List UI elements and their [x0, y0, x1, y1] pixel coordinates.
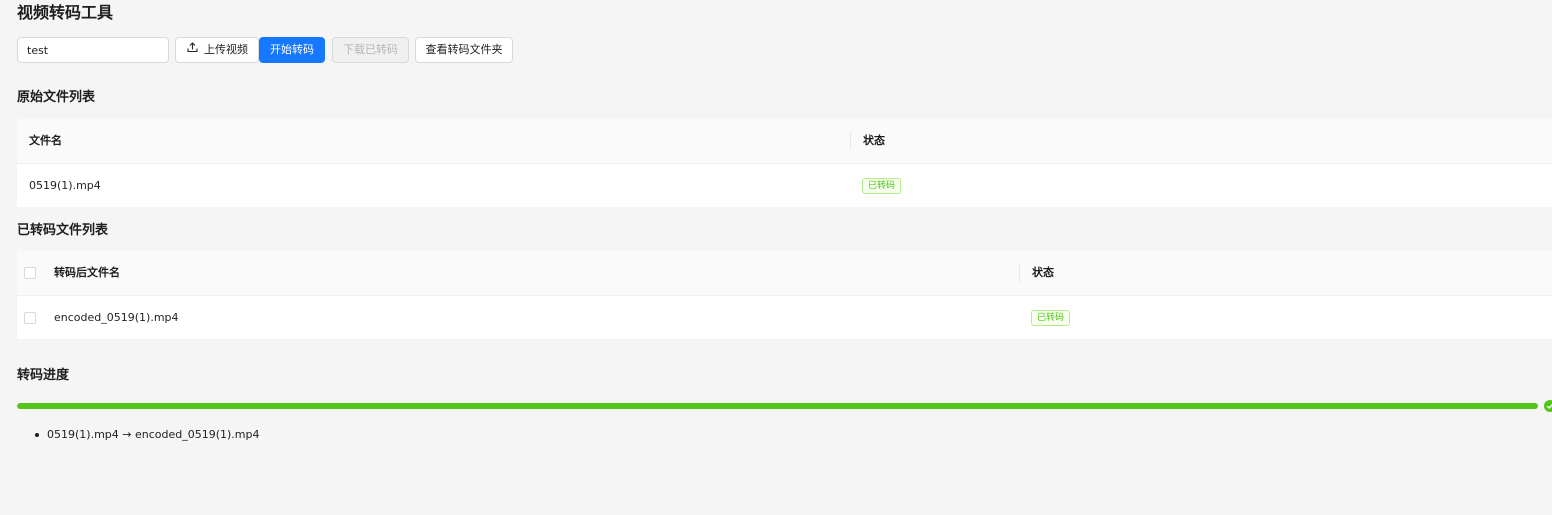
table-header: 转码后文件名 状态 [17, 251, 1552, 296]
table-row: encoded_0519(1).mp4 已转码 [17, 296, 1552, 339]
encoded-files-title: 已转码文件列表 [17, 223, 109, 238]
toolbar: 上传视频 开始转码 下载已转码 查看转码文件夹 [17, 37, 513, 63]
table-header: 文件名 状态 [17, 119, 1552, 164]
start-transcode-button[interactable]: 开始转码 [259, 37, 325, 63]
progress-fill [17, 403, 1538, 409]
column-header-filename: 文件名 [29, 134, 62, 147]
row-checkbox[interactable] [24, 312, 36, 324]
column-header-status: 状态 [863, 134, 885, 147]
list-item: 0519(1).mp4 → encoded_0519(1).mp4 [30, 427, 260, 443]
column-divider [1019, 264, 1020, 282]
app-title: 视频转码工具 [17, 3, 114, 22]
status-badge: 已转码 [1031, 310, 1071, 326]
filename-cell: encoded_0519(1).mp4 [54, 311, 179, 324]
view-folder-button[interactable]: 查看转码文件夹 [415, 37, 513, 63]
column-header-encoded-filename: 转码后文件名 [54, 266, 120, 279]
filename-cell: 0519(1).mp4 [29, 179, 101, 192]
original-files-table: 文件名 状态 0519(1).mp4 已转码 [17, 119, 1552, 207]
download-transcoded-button[interactable]: 下载已转码 [332, 37, 409, 63]
original-files-title: 原始文件列表 [17, 90, 96, 105]
upload-video-label: 上传视频 [204, 43, 248, 56]
bullet [35, 433, 39, 437]
progress-bar [17, 403, 1538, 409]
upload-video-button[interactable]: 上传视频 [175, 37, 259, 63]
check-circle-icon [1544, 400, 1552, 412]
table-row: 0519(1).mp4 已转码 [17, 164, 1552, 207]
column-header-status: 状态 [1032, 266, 1054, 279]
upload-icon [187, 38, 198, 62]
progress-log-list: 0519(1).mp4 → encoded_0519(1).mp4 [30, 427, 260, 443]
encoded-files-table: 转码后文件名 状态 encoded_0519(1).mp4 已转码 [17, 251, 1552, 339]
name-input[interactable] [17, 37, 169, 63]
column-divider [850, 132, 851, 150]
log-text: 0519(1).mp4 → encoded_0519(1).mp4 [47, 428, 260, 441]
progress-title: 转码进度 [17, 368, 70, 383]
select-all-checkbox[interactable] [24, 267, 36, 279]
status-badge: 已转码 [862, 178, 902, 194]
